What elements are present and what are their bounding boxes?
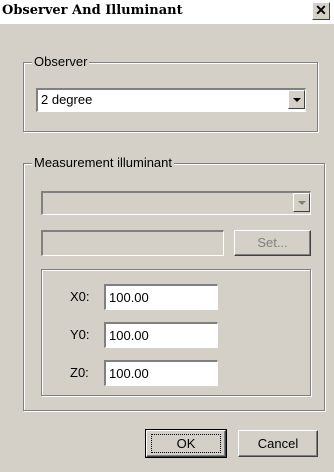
cancel-button-label: Cancel: [257, 436, 299, 451]
z0-field[interactable]: [104, 360, 218, 386]
observer-illuminant-dialog: Observer And Illuminant ✕ Observer 2 deg…: [0, 0, 334, 472]
observer-group: Observer 2 degree: [23, 54, 318, 132]
z0-label: Z0:: [70, 365, 89, 380]
focus-rect: [151, 434, 221, 453]
close-button[interactable]: ✕: [312, 2, 330, 20]
x0-field[interactable]: [104, 284, 218, 310]
cancel-button[interactable]: Cancel: [238, 430, 318, 457]
window-title: Observer And Illuminant: [2, 3, 183, 18]
chevron-down-icon[interactable]: [293, 193, 310, 212]
x0-label: X0:: [70, 289, 90, 304]
illuminant-name-field[interactable]: [41, 230, 224, 256]
title-bar[interactable]: Observer And Illuminant ✕: [0, 0, 334, 24]
illuminant-select[interactable]: [41, 191, 311, 215]
y0-field[interactable]: [104, 322, 218, 348]
chevron-down-icon[interactable]: [288, 90, 305, 109]
illuminant-group-label: Measurement illuminant: [32, 155, 175, 170]
set-button[interactable]: Set...: [234, 230, 311, 256]
close-icon: ✕: [315, 2, 327, 18]
set-button-label: Set...: [257, 235, 288, 250]
observer-group-label: Observer: [32, 54, 90, 69]
ok-button[interactable]: OK: [145, 429, 227, 458]
white-point-box: X0: Y0: Z0:: [41, 269, 311, 396]
illuminant-group: Measurement illuminant Set... X0: Y0: Z0…: [23, 155, 325, 411]
observer-select[interactable]: 2 degree: [36, 88, 306, 112]
y0-label: Y0:: [70, 327, 90, 342]
observer-select-value: 2 degree: [41, 92, 93, 107]
